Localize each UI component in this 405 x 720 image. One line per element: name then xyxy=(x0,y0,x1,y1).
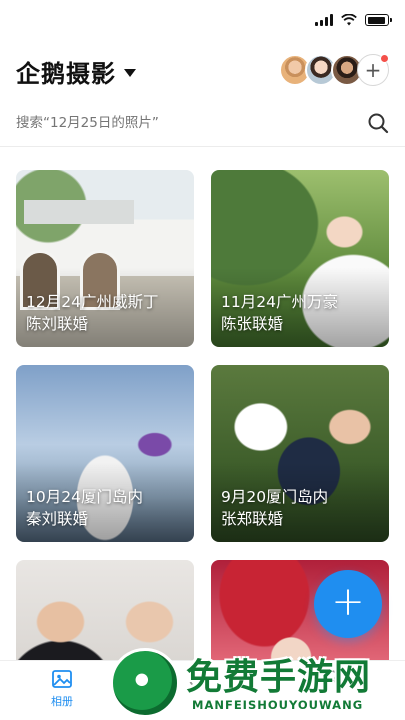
tab-album-label: 相册 xyxy=(51,695,73,708)
album-date-location: 10月24厦门岛内 xyxy=(26,488,143,506)
plus-icon: + xyxy=(364,58,382,82)
album-date-location: 11月24广州万豪 xyxy=(221,293,338,311)
search-icon[interactable] xyxy=(367,112,389,134)
album-card[interactable] xyxy=(16,560,194,660)
search-input[interactable] xyxy=(16,115,316,131)
album-card[interactable]: 10月24厦门岛内 秦刘联婚 xyxy=(16,365,194,542)
watermark-logo-icon xyxy=(110,648,180,718)
photo-icon xyxy=(52,670,72,688)
search-bar xyxy=(16,106,389,140)
album-couple: 张郑联婚 xyxy=(221,510,284,528)
album-couple: 陈张联婚 xyxy=(221,315,284,333)
divider xyxy=(0,146,405,147)
album-switcher[interactable]: 企鹅摄影 xyxy=(16,54,136,89)
plus-icon: + xyxy=(331,579,365,625)
album-card[interactable]: 12月24广州威斯丁 陈刘联婚 xyxy=(16,170,194,347)
signal-icon xyxy=(315,14,333,26)
watermark-subtitle: MANFEISHOUYOUWANG xyxy=(192,698,364,712)
caret-down-icon xyxy=(124,68,136,77)
album-card[interactable]: 9月20厦门岛内 张郑联婚 xyxy=(211,365,389,542)
status-icons xyxy=(315,14,392,26)
album-caption: 10月24厦门岛内 秦刘联婚 xyxy=(26,486,186,530)
tab-album[interactable]: 相册 xyxy=(50,667,74,709)
watermark-title: 免费手游网 xyxy=(186,657,372,698)
album-caption: 9月20厦门岛内 张郑联婚 xyxy=(221,486,381,530)
wifi-icon xyxy=(341,14,357,26)
notification-dot xyxy=(380,54,389,63)
site-watermark: 免费手游网 MANFEISHOUYOUWANG xyxy=(108,646,405,720)
page-title: 企鹅摄影 xyxy=(16,60,116,88)
album-couple: 秦刘联婚 xyxy=(26,510,89,528)
add-album-button[interactable]: + xyxy=(314,570,382,638)
album-caption: 12月24广州威斯丁 陈刘联婚 xyxy=(26,291,186,335)
album-couple: 陈刘联婚 xyxy=(26,315,89,333)
member-avatars[interactable]: + xyxy=(279,54,389,86)
album-date-location: 12月24广州威斯丁 xyxy=(26,293,159,311)
battery-icon xyxy=(365,14,392,26)
album-date-location: 9月20厦门岛内 xyxy=(221,488,329,506)
add-member-button[interactable]: + xyxy=(357,54,389,86)
album-card[interactable]: 11月24广州万豪 陈张联婚 xyxy=(211,170,389,347)
album-caption: 11月24广州万豪 陈张联婚 xyxy=(221,291,381,335)
status-bar xyxy=(0,0,405,44)
header: 企鹅摄影 + xyxy=(16,50,389,94)
